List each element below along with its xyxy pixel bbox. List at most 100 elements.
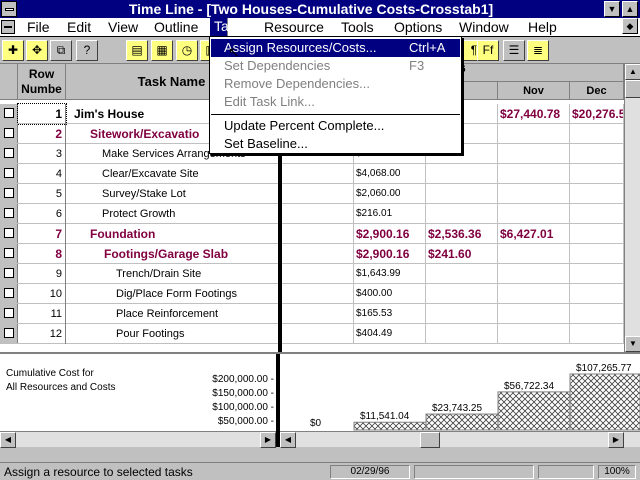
row-selector[interactable] (0, 244, 18, 263)
cost-cell[interactable] (570, 164, 624, 184)
cost-cell[interactable]: $400.00 (354, 284, 426, 304)
cost-cell[interactable] (426, 304, 498, 324)
cost-cell[interactable] (498, 284, 570, 304)
cost-cell[interactable]: $2,536.36 (426, 224, 498, 244)
cost-cell[interactable] (282, 164, 354, 184)
cost-cell[interactable]: $2,060.00 (354, 184, 426, 204)
menu-outline[interactable]: Outline (150, 19, 202, 36)
list-icon[interactable]: ☰ (503, 40, 525, 61)
menu-item-edit-task-link[interactable]: Edit Task Link... (211, 93, 460, 111)
menu-tools[interactable]: Tools (337, 19, 378, 36)
table-row[interactable]: 11 Place Reinforcement $165.53 (0, 304, 624, 324)
row-selector[interactable] (0, 224, 18, 243)
cost-cell[interactable] (570, 144, 624, 164)
cost-cell[interactable]: $165.53 (354, 304, 426, 324)
cost-cell[interactable] (570, 324, 624, 344)
task-name-cell[interactable]: Dig/Place Form Footings (66, 284, 278, 304)
scroll-thumb[interactable] (625, 80, 640, 98)
menu-task[interactable]: Task (210, 18, 243, 37)
row-selector[interactable] (0, 304, 18, 323)
document-menu-button[interactable] (1, 20, 15, 34)
cost-cell[interactable] (282, 244, 354, 264)
cost-cell[interactable] (498, 244, 570, 264)
cost-cell[interactable] (282, 224, 354, 244)
menu-options[interactable]: Options (390, 19, 446, 36)
cost-cell[interactable]: $4,068.00 (354, 164, 426, 184)
cost-cell[interactable] (282, 184, 354, 204)
cost-cell[interactable] (282, 204, 354, 224)
vertical-scrollbar[interactable]: ▲ ▼ (624, 64, 640, 352)
cost-cell[interactable] (570, 284, 624, 304)
row-selector[interactable] (0, 144, 18, 163)
cost-cell[interactable] (426, 264, 498, 284)
table-row[interactable]: 12 Pour Footings $404.49 (0, 324, 624, 344)
menu-view[interactable]: View (104, 19, 142, 36)
cost-cell[interactable]: $1,643.99 (354, 264, 426, 284)
cost-cell[interactable] (498, 164, 570, 184)
menu-resource[interactable]: Resource (260, 19, 328, 36)
cost-cell[interactable] (570, 244, 624, 264)
menu-item-update-percent[interactable]: Update Percent Complete... (211, 117, 460, 135)
scroll-left-icon[interactable]: ◀ (280, 432, 296, 448)
cost-cell[interactable]: $20,276.5 (570, 104, 624, 124)
cost-cell[interactable]: $2,900.16 (354, 224, 426, 244)
link-tasks-icon[interactable]: ⧉ (50, 40, 72, 61)
task-name-cell[interactable]: Foundation (66, 224, 278, 244)
scroll-down-icon[interactable]: ▼ (625, 336, 640, 352)
menu-file[interactable]: File (23, 19, 54, 36)
row-selector[interactable] (0, 164, 18, 183)
table-row[interactable]: 8 Footings/Garage Slab $2,900.16 $241.60 (0, 244, 624, 264)
row-selector[interactable] (0, 184, 18, 203)
cost-cell[interactable] (498, 204, 570, 224)
cost-cell[interactable] (570, 264, 624, 284)
notes-icon[interactable]: ▤ (126, 40, 148, 61)
menu-item-remove-dependencies[interactable]: Remove Dependencies... (211, 75, 460, 93)
clock-icon[interactable]: ◷ (176, 40, 198, 61)
cost-cell[interactable] (498, 144, 570, 164)
right-horizontal-scrollbar[interactable]: ◀ ▶ (280, 431, 640, 448)
cost-cell[interactable] (498, 264, 570, 284)
menu-help[interactable]: Help (524, 19, 561, 36)
maximize-button[interactable]: ▲ (622, 1, 638, 17)
document-icon[interactable]: ▦ (151, 40, 173, 61)
cost-cell[interactable] (282, 324, 354, 344)
task-name-cell[interactable]: Protect Growth (66, 204, 278, 224)
left-horizontal-scrollbar[interactable]: ◀ ▶ (0, 431, 276, 448)
cost-cell[interactable] (282, 304, 354, 324)
scroll-right-icon[interactable]: ▶ (260, 432, 276, 448)
cost-cell[interactable] (570, 304, 624, 324)
table-row[interactable]: 7 Foundation $2,900.16 $2,536.36 $6,427.01 (0, 224, 624, 244)
report-icon[interactable]: ≣ (527, 40, 549, 61)
cost-cell[interactable] (426, 164, 498, 184)
task-name-cell[interactable]: Place Reinforcement (66, 304, 278, 324)
cost-cell[interactable] (282, 264, 354, 284)
cost-cell[interactable] (570, 224, 624, 244)
cost-cell[interactable] (282, 284, 354, 304)
cost-cell[interactable] (498, 304, 570, 324)
cost-cell[interactable] (498, 184, 570, 204)
help-pointer-icon[interactable]: ? (76, 40, 98, 61)
menu-item-assign-resources[interactable]: Assign Resources/Costs... Ctrl+A (211, 39, 460, 57)
row-selector[interactable] (0, 284, 18, 303)
row-selector[interactable] (0, 104, 18, 123)
row-selector[interactable] (0, 204, 18, 223)
scroll-left-icon[interactable]: ◀ (0, 432, 16, 448)
cost-cell[interactable] (426, 204, 498, 224)
move-icon[interactable]: ✥ (26, 40, 48, 61)
cost-cell[interactable]: $27,440.78 (498, 104, 570, 124)
cost-cell[interactable] (498, 324, 570, 344)
row-selector[interactable] (0, 264, 18, 283)
row-selector[interactable] (0, 324, 18, 343)
task-name-cell[interactable]: Footings/Garage Slab (66, 244, 278, 264)
scroll-up-icon[interactable]: ▲ (625, 64, 640, 80)
cost-cell[interactable]: $6,427.01 (498, 224, 570, 244)
task-name-cell[interactable]: Trench/Drain Site (66, 264, 278, 284)
menu-item-set-dependencies[interactable]: Set Dependencies F3 (211, 57, 460, 75)
cost-cell[interactable] (426, 184, 498, 204)
table-row[interactable]: 10 Dig/Place Form Footings $400.00 (0, 284, 624, 304)
cost-cell[interactable] (426, 324, 498, 344)
cost-cell[interactable] (426, 284, 498, 304)
menu-window[interactable]: Window (455, 19, 513, 36)
table-row[interactable]: 9 Trench/Drain Site $1,643.99 (0, 264, 624, 284)
cost-cell[interactable] (570, 124, 624, 144)
